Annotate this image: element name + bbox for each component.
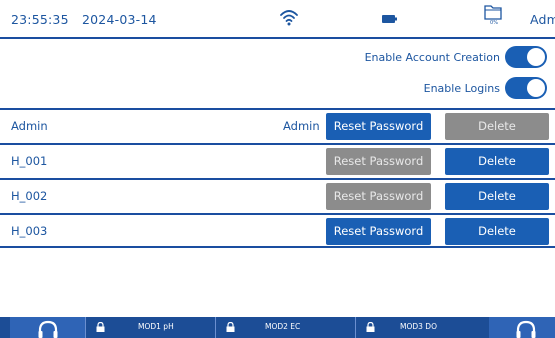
setting-enable-logins: Enable Logins [0, 77, 555, 101]
toggle-knob [527, 79, 545, 97]
module-tab-1[interactable]: MOD1 pH [85, 317, 215, 338]
module-label: MOD2 EC [265, 322, 301, 331]
user-name: H_002 [11, 189, 48, 203]
user-row-h001: H_001 Reset Password Delete [0, 143, 555, 176]
lock-icon [96, 322, 105, 332]
left-nav-button[interactable] [10, 317, 85, 338]
wifi-icon [280, 10, 298, 26]
battery-icon [382, 15, 397, 23]
enable-logins-label: Enable Logins [423, 82, 500, 95]
list-divider [0, 246, 555, 248]
reset-password-button: Reset Password [326, 148, 431, 175]
toggle-knob [527, 48, 545, 66]
user-name: H_003 [11, 224, 48, 238]
user-row-admin: Admin Admin Reset Password Delete [0, 108, 555, 141]
folder-icon[interactable]: 0% [484, 4, 502, 32]
user-management-screen: 23:55:35 2024-03-14 0% Admi Enable Accou… [0, 0, 555, 338]
account-creation-label: Enable Account Creation [364, 51, 500, 64]
status-bar: 23:55:35 2024-03-14 0% Admi [0, 0, 555, 39]
reset-password-button[interactable]: Reset Password [326, 113, 431, 140]
module-label: MOD3 DO [400, 322, 437, 331]
account-creation-toggle[interactable] [505, 46, 547, 68]
user-row-h002: H_002 Reset Password Delete [0, 178, 555, 211]
right-nav-button[interactable] [489, 317, 555, 338]
headset-icon [516, 320, 536, 338]
user-name: H_001 [11, 154, 48, 168]
current-user[interactable]: Admi [530, 12, 555, 27]
delete-button[interactable]: Delete [445, 183, 549, 210]
module-tab-3[interactable]: MOD3 DO [355, 317, 489, 338]
lock-icon [226, 322, 235, 332]
delete-button: Delete [445, 113, 549, 140]
enable-logins-toggle[interactable] [505, 77, 547, 99]
user-row-h003: H_003 Reset Password Delete [0, 213, 555, 246]
reset-password-button: Reset Password [326, 183, 431, 210]
reset-password-button[interactable]: Reset Password [326, 218, 431, 245]
lock-icon [366, 322, 375, 332]
storage-percent: 0% [490, 20, 498, 26]
folder-glyph [484, 5, 502, 20]
clock-time: 23:55:35 [11, 12, 69, 27]
delete-button[interactable]: Delete [445, 218, 549, 245]
module-label: MOD1 pH [138, 322, 174, 331]
module-bar: MOD1 pH MOD2 EC MOD3 DO [0, 317, 555, 338]
delete-button[interactable]: Delete [445, 148, 549, 175]
user-role: Admin [283, 119, 320, 133]
module-tab-2[interactable]: MOD2 EC [215, 317, 355, 338]
headset-icon [38, 320, 58, 338]
user-name: Admin [11, 119, 48, 133]
setting-account-creation: Enable Account Creation [0, 46, 555, 70]
clock-date: 2024-03-14 [82, 12, 157, 27]
